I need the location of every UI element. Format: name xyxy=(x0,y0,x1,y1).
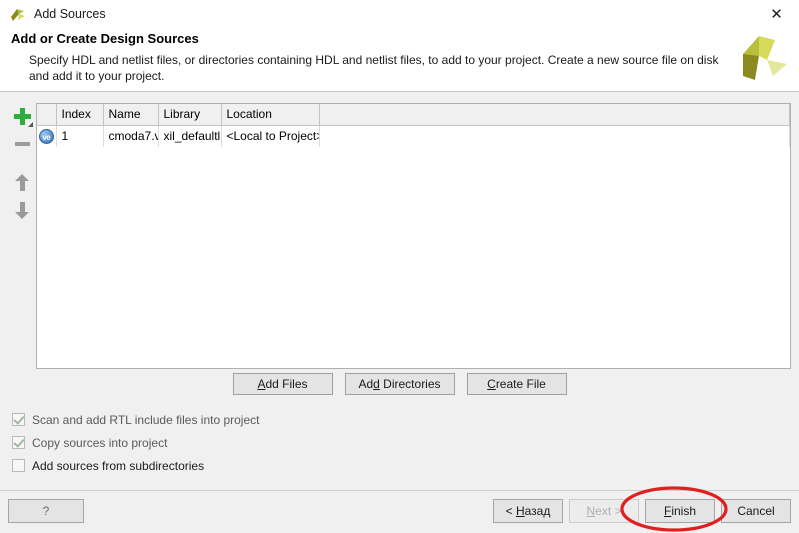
wizard-nav-buttons: < Назад Next > Finish Cancel xyxy=(493,499,791,523)
xilinx-logo-icon xyxy=(743,36,787,80)
row-location-cell: <Local to Project> xyxy=(221,125,320,147)
column-header-library[interactable]: Library xyxy=(158,104,222,126)
column-header-index[interactable]: Index xyxy=(56,104,104,126)
column-header-location[interactable]: Location xyxy=(221,104,320,126)
add-subdirectories-label: Add sources from subdirectories xyxy=(32,458,205,473)
copy-sources-label: Copy sources into project xyxy=(32,435,168,450)
move-down-button[interactable] xyxy=(10,198,34,222)
row-filler-cell xyxy=(319,125,790,147)
column-header-icon[interactable] xyxy=(37,104,57,126)
options-group: Scan and add RTL include files into proj… xyxy=(12,408,412,477)
vivado-logo-icon xyxy=(11,9,25,21)
next-button: Next > xyxy=(569,499,639,523)
help-button[interactable]: ? xyxy=(8,499,84,523)
header-band: Add or Create Design Sources Specify HDL… xyxy=(0,28,799,91)
create-file-button[interactable]: Create File xyxy=(466,373,567,395)
move-up-button[interactable] xyxy=(10,170,34,194)
finish-button[interactable]: Finish xyxy=(645,499,715,523)
plus-icon xyxy=(13,107,33,127)
table-row[interactable]: ve 1 cmoda7.v xil_defaultlib <Local to P… xyxy=(37,125,790,147)
scan-rtl-include-checkbox[interactable]: Scan and add RTL include files into proj… xyxy=(12,408,412,431)
column-header-filler xyxy=(319,104,790,126)
add-files-button[interactable]: Add Files xyxy=(232,373,333,395)
row-name-cell: cmoda7.v xyxy=(103,125,159,147)
add-subdirectories-checkbox[interactable]: Add sources from subdirectories xyxy=(12,454,412,477)
arrow-down-icon xyxy=(14,201,30,219)
add-source-button[interactable] xyxy=(10,104,34,128)
table-header-row: Index Name Library Location xyxy=(37,104,790,126)
title-bar: Add Sources ✕ xyxy=(0,0,799,28)
chevron-down-icon xyxy=(27,121,33,127)
verilog-file-icon: ve xyxy=(38,129,54,145)
checkbox-indicator[interactable] xyxy=(12,413,25,426)
copy-sources-checkbox[interactable]: Copy sources into project xyxy=(12,431,412,454)
remove-source-button[interactable] xyxy=(10,132,34,156)
row-index-cell: 1 xyxy=(56,125,104,147)
scan-rtl-include-label: Scan and add RTL include files into proj… xyxy=(32,412,260,427)
sources-table[interactable]: Index Name Library Location ve 1 cmoda7.… xyxy=(36,103,791,369)
close-icon[interactable]: ✕ xyxy=(754,0,799,28)
page-description: Specify HDL and netlist files, or direct… xyxy=(29,53,719,83)
minus-icon xyxy=(14,142,30,146)
checkbox-indicator[interactable] xyxy=(12,436,25,449)
checkbox-indicator[interactable] xyxy=(12,459,25,472)
source-action-buttons: Add Files Add Directories Create File xyxy=(0,373,799,395)
column-header-name[interactable]: Name xyxy=(103,104,159,126)
dialog-footer: ? < Назад Next > Finish Cancel xyxy=(0,490,799,533)
body-panel: Index Name Library Location ve 1 cmoda7.… xyxy=(0,92,799,490)
back-button[interactable]: < Назад xyxy=(493,499,563,523)
source-list-toolbar xyxy=(9,104,35,380)
arrow-up-icon xyxy=(14,173,30,191)
page-title: Add or Create Design Sources xyxy=(11,31,199,46)
cancel-button[interactable]: Cancel xyxy=(721,499,791,523)
row-file-type-cell: ve xyxy=(37,125,57,147)
add-directories-button[interactable]: Add Directories xyxy=(344,373,455,395)
window-title: Add Sources xyxy=(34,7,106,21)
row-library-cell[interactable]: xil_defaultlib xyxy=(158,125,222,147)
